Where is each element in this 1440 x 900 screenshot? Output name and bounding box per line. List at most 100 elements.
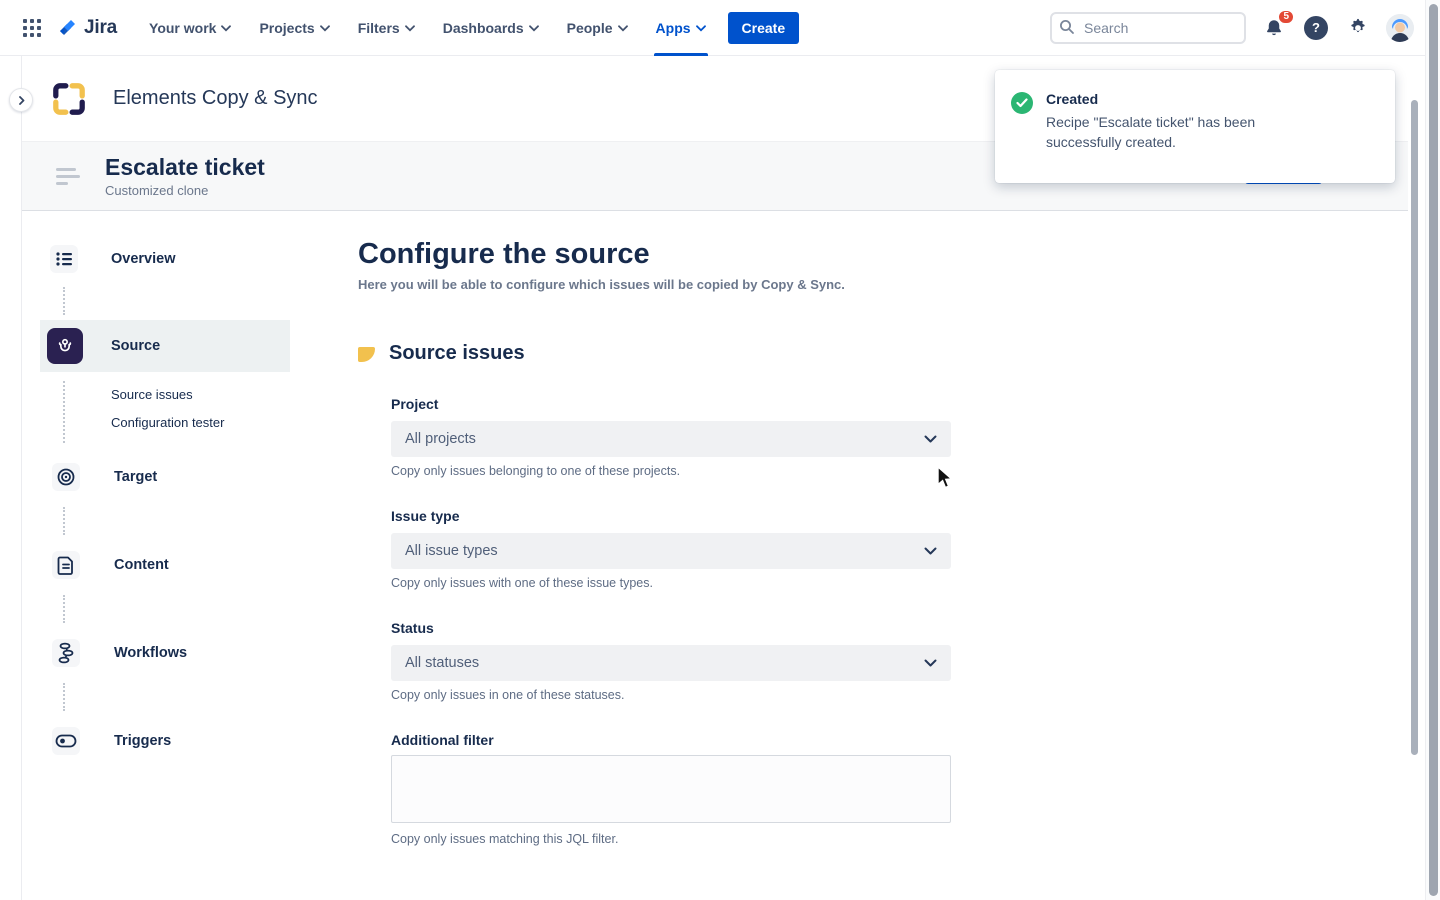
create-button[interactable]: Create: [728, 12, 800, 44]
issue-type-select-value: All issue types: [405, 543, 498, 559]
jira-mark-icon: [56, 17, 78, 39]
status-select-value: All statuses: [405, 655, 479, 671]
jira-logo[interactable]: Jira: [56, 17, 117, 39]
step-target[interactable]: Target: [52, 463, 157, 491]
chevron-down-icon: [924, 547, 937, 555]
page-scrollbar-track: [1425, 0, 1440, 900]
status-help-text: Copy only issues in one of these statuse…: [391, 688, 624, 702]
page-scrollbar[interactable]: [1429, 4, 1438, 896]
screen: Jira Your work Projects Filters Dashboar…: [0, 0, 1440, 900]
avatar-image: [1386, 14, 1414, 42]
status-label: Status: [391, 620, 434, 636]
step-label: Workflows: [114, 645, 187, 661]
step-label: Content: [114, 557, 169, 573]
jql-filter-input[interactable]: [391, 755, 951, 823]
notifications-badge: 5: [1277, 9, 1295, 25]
target-icon: [52, 463, 80, 491]
recipe-name: Escalate ticket: [105, 154, 265, 180]
nav-item-filters[interactable]: Filters: [344, 0, 429, 56]
source-icon: [47, 328, 83, 364]
success-toast: Created Recipe "Escalate ticket" has bee…: [995, 70, 1395, 183]
toast-title: Created: [1046, 91, 1276, 107]
settings-icon: [1347, 17, 1369, 39]
jira-logo-text: Jira: [84, 17, 117, 39]
step-label: Target: [114, 469, 157, 485]
step-source-selected[interactable]: Source: [40, 320, 290, 372]
toast-message: Recipe "Escalate ticket" has been succes…: [1046, 112, 1276, 152]
chevron-right-icon: [17, 96, 26, 105]
toast-body: Created Recipe "Escalate ticket" has bee…: [1046, 91, 1276, 163]
issue-type-select[interactable]: All issue types: [391, 533, 951, 569]
success-check-icon: [1011, 92, 1033, 114]
section-header: Source issues: [358, 342, 525, 365]
step-label: Triggers: [114, 733, 171, 749]
additional-filter-help-text: Copy only issues matching this JQL filte…: [391, 832, 618, 846]
help-button[interactable]: [1302, 14, 1330, 42]
content-scrollbar[interactable]: [1411, 100, 1418, 755]
step-label: Source: [111, 338, 160, 354]
chevron-down-icon: [405, 25, 415, 32]
drag-handle-icon[interactable]: [56, 168, 80, 185]
nav-item-projects[interactable]: Projects: [245, 0, 343, 56]
expand-sidebar-button[interactable]: [9, 88, 33, 112]
search-box: [1050, 12, 1246, 44]
step-connector: [63, 287, 65, 315]
workflows-icon: [52, 639, 80, 667]
project-select-value: All projects: [405, 431, 476, 447]
additional-filter-label: Additional filter: [391, 732, 494, 748]
issue-type-label: Issue type: [391, 508, 459, 524]
elements-logo-icon: [50, 80, 88, 118]
recipe-subtitle: Customized clone: [105, 183, 265, 198]
issue-type-help-text: Copy only issues with one of these issue…: [391, 576, 653, 590]
chevron-down-icon: [618, 25, 628, 32]
recipe-steps-sidebar: Overview Source Source issues Configura: [0, 211, 340, 900]
collapsed-sidebar-divider: [21, 56, 22, 900]
app-grid-icon: [23, 19, 41, 37]
nav-right-cluster: 5: [1050, 12, 1440, 44]
nav-item-people[interactable]: People: [553, 0, 642, 56]
top-navigation: Jira Your work Projects Filters Dashboar…: [0, 0, 1440, 56]
step-content[interactable]: Content: [52, 551, 169, 579]
overview-icon: [50, 245, 78, 273]
content-icon: [52, 551, 80, 579]
chevron-down-icon: [529, 25, 539, 32]
step-triggers[interactable]: Triggers: [52, 727, 171, 755]
step-label: Overview: [111, 251, 176, 267]
chevron-down-icon: [320, 25, 330, 32]
settings-button[interactable]: [1344, 14, 1372, 42]
notifications-button[interactable]: 5: [1260, 14, 1288, 42]
app-title: Elements Copy & Sync: [113, 87, 318, 110]
step-workflows[interactable]: Workflows: [52, 639, 187, 667]
nav-item-dashboards[interactable]: Dashboards: [429, 0, 553, 56]
step-connector: [63, 507, 65, 535]
section-title: Source issues: [389, 342, 525, 365]
search-input[interactable]: [1050, 12, 1246, 44]
substep-connector: [63, 381, 65, 443]
page-title: Configure the source: [358, 238, 650, 271]
app-switcher-button[interactable]: [16, 12, 48, 44]
chevron-down-icon: [924, 659, 937, 667]
nav-item-apps[interactable]: Apps: [642, 0, 720, 56]
project-label: Project: [391, 396, 438, 412]
step-overview[interactable]: Overview: [50, 245, 176, 273]
help-icon: [1304, 16, 1328, 40]
triggers-icon: [52, 727, 80, 755]
step-connector: [63, 683, 65, 711]
substep-source-issues[interactable]: Source issues: [111, 387, 193, 402]
recipe-meta: Escalate ticket Customized clone: [105, 154, 265, 198]
chevron-down-icon: [221, 25, 231, 32]
search-icon: [1059, 19, 1075, 35]
status-select[interactable]: All statuses: [391, 645, 951, 681]
page-subtitle: Here you will be able to configure which…: [358, 277, 845, 292]
project-help-text: Copy only issues belonging to one of the…: [391, 464, 680, 478]
project-select[interactable]: All projects: [391, 421, 951, 457]
substep-configuration-tester[interactable]: Configuration tester: [111, 415, 224, 430]
section-glyph-icon: [358, 347, 375, 362]
step-connector: [63, 595, 65, 623]
nav-item-your-work[interactable]: Your work: [135, 0, 245, 56]
chevron-down-icon: [924, 435, 937, 443]
avatar[interactable]: [1386, 14, 1414, 42]
chevron-down-icon: [696, 25, 706, 32]
mouse-cursor: [936, 466, 955, 490]
primary-nav: Your work Projects Filters Dashboards Pe…: [135, 0, 720, 56]
